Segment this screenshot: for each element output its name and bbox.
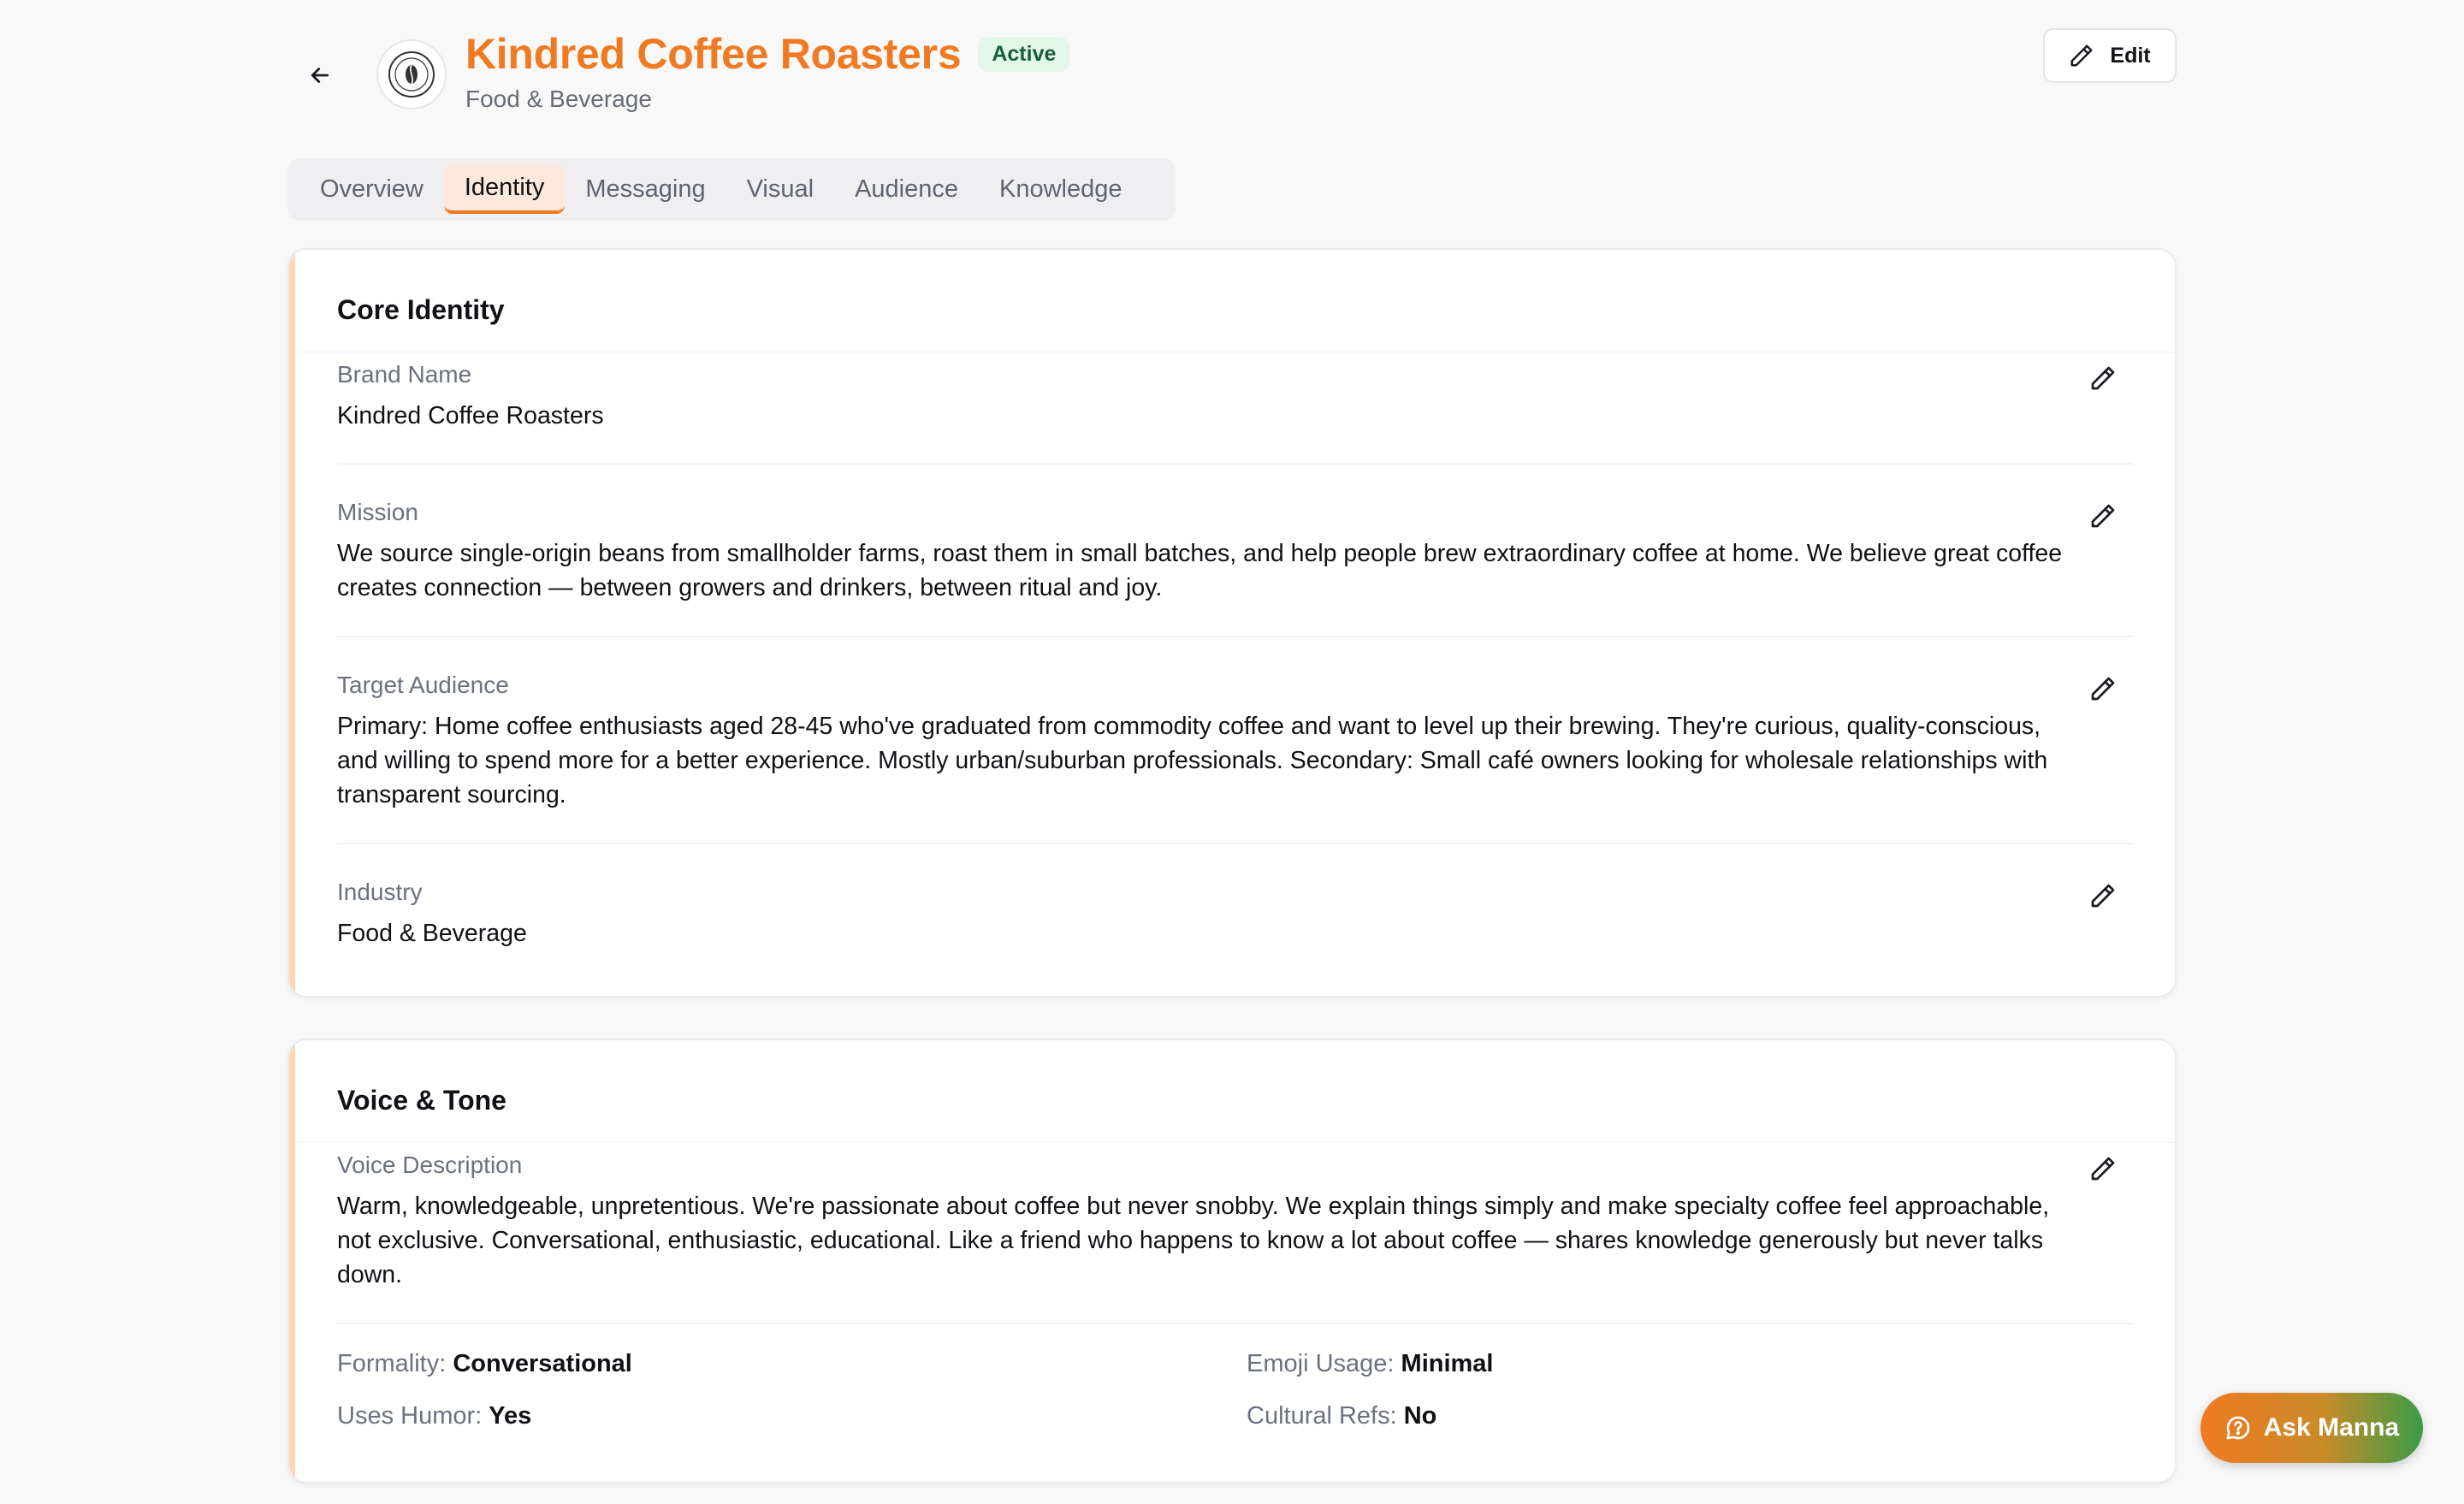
edit-button[interactable]: Edit <box>2043 28 2177 83</box>
attr-label: Emoji Usage: <box>1247 1350 1395 1377</box>
ask-manna-button[interactable]: Ask Manna <box>2200 1393 2423 1463</box>
edit-field-button[interactable] <box>2084 1150 2122 1187</box>
coffee-bean-logo-icon <box>388 51 435 98</box>
attr-label: Cultural Refs: <box>1247 1402 1397 1430</box>
field-value: Food & Beverage <box>337 920 527 947</box>
field-label: Target Audience <box>337 672 509 698</box>
attr-value: Yes <box>489 1402 532 1430</box>
edit-field-button[interactable] <box>2084 877 2122 915</box>
attr-cultural-refs: Cultural Refs: No <box>1247 1402 2102 1430</box>
pencil-icon <box>2091 884 2115 908</box>
status-badge: Active <box>978 36 1070 72</box>
tab-knowledge[interactable]: Knowledge <box>979 165 1143 214</box>
attr-formality: Formality: Conversational <box>337 1350 1247 1378</box>
field-value: Primary: Home coffee enthusiasts aged 28… <box>337 713 2048 808</box>
title-row: Kindred Coffee Roasters Active <box>465 29 1070 79</box>
page-title: Kindred Coffee Roasters <box>465 30 962 78</box>
tab-audience[interactable]: Audience <box>834 165 979 214</box>
pencil-icon <box>2091 366 2115 390</box>
edit-field-button[interactable] <box>2084 359 2122 397</box>
field-label: Industry <box>337 879 423 905</box>
page-subtitle: Food & Beverage <box>465 86 652 112</box>
ask-manna-label: Ask Manna <box>2263 1413 2400 1442</box>
field-brand-name: Brand Name Kindred Coffee Roasters <box>337 352 2134 465</box>
attr-value: Conversational <box>453 1350 632 1377</box>
field-value: Kindred Coffee Roasters <box>337 402 604 429</box>
field-voice-description: Voice Description Warm, knowledgeable, u… <box>337 1143 2134 1324</box>
core-identity-card: Core Identity Brand Name Kindred Coffee … <box>287 248 2177 998</box>
attr-label: Uses Humor: <box>337 1402 483 1430</box>
voice-tone-card: Voice & Tone Voice Description Warm, kno… <box>287 1039 2177 1483</box>
field-label: Mission <box>337 499 418 525</box>
pencil-icon <box>2070 44 2093 67</box>
tab-messaging[interactable]: Messaging <box>565 165 726 214</box>
voice-attributes: Formality: Conversational Emoji Usage: M… <box>337 1324 2134 1430</box>
attr-emoji-usage: Emoji Usage: Minimal <box>1247 1350 2102 1378</box>
attr-label: Formality: <box>337 1350 447 1377</box>
main-container: Kindred Coffee Roasters Active Food & Be… <box>287 0 2177 1483</box>
edit-button-label: Edit <box>2110 43 2151 68</box>
field-value: Warm, knowledgeable, unpretentious. We'r… <box>337 1193 2050 1288</box>
card-title: Core Identity <box>289 250 2175 352</box>
tab-overview[interactable]: Overview <box>299 165 444 214</box>
field-label: Brand Name <box>337 361 472 388</box>
attr-uses-humor: Uses Humor: Yes <box>337 1402 1247 1430</box>
tab-visual[interactable]: Visual <box>726 165 834 214</box>
pencil-icon <box>2091 677 2115 701</box>
page-header: Kindred Coffee Roasters Active Food & Be… <box>287 0 2177 141</box>
pencil-icon <box>2091 504 2115 528</box>
arrow-left-icon <box>311 68 329 83</box>
help-chat-icon <box>2226 1416 2250 1440</box>
tab-bar: Overview Identity Messaging Visual Audie… <box>287 158 1176 221</box>
attr-value: No <box>1403 1402 1437 1430</box>
pencil-icon <box>2091 1157 2115 1181</box>
field-industry: Industry Food & Beverage <box>337 844 2134 990</box>
field-value: We source single-origin beans from small… <box>337 540 2063 601</box>
field-target-audience: Target Audience Primary: Home coffee ent… <box>337 637 2134 844</box>
field-label: Voice Description <box>337 1152 523 1178</box>
card-title: Voice & Tone <box>289 1040 2175 1143</box>
tab-identity[interactable]: Identity <box>443 165 566 214</box>
edit-field-button[interactable] <box>2084 670 2122 708</box>
edit-field-button[interactable] <box>2084 497 2122 535</box>
attr-value: Minimal <box>1401 1350 1494 1377</box>
field-mission: Mission We source single-origin beans fr… <box>337 465 2134 637</box>
brand-logo <box>376 39 447 110</box>
back-button[interactable] <box>296 51 344 99</box>
